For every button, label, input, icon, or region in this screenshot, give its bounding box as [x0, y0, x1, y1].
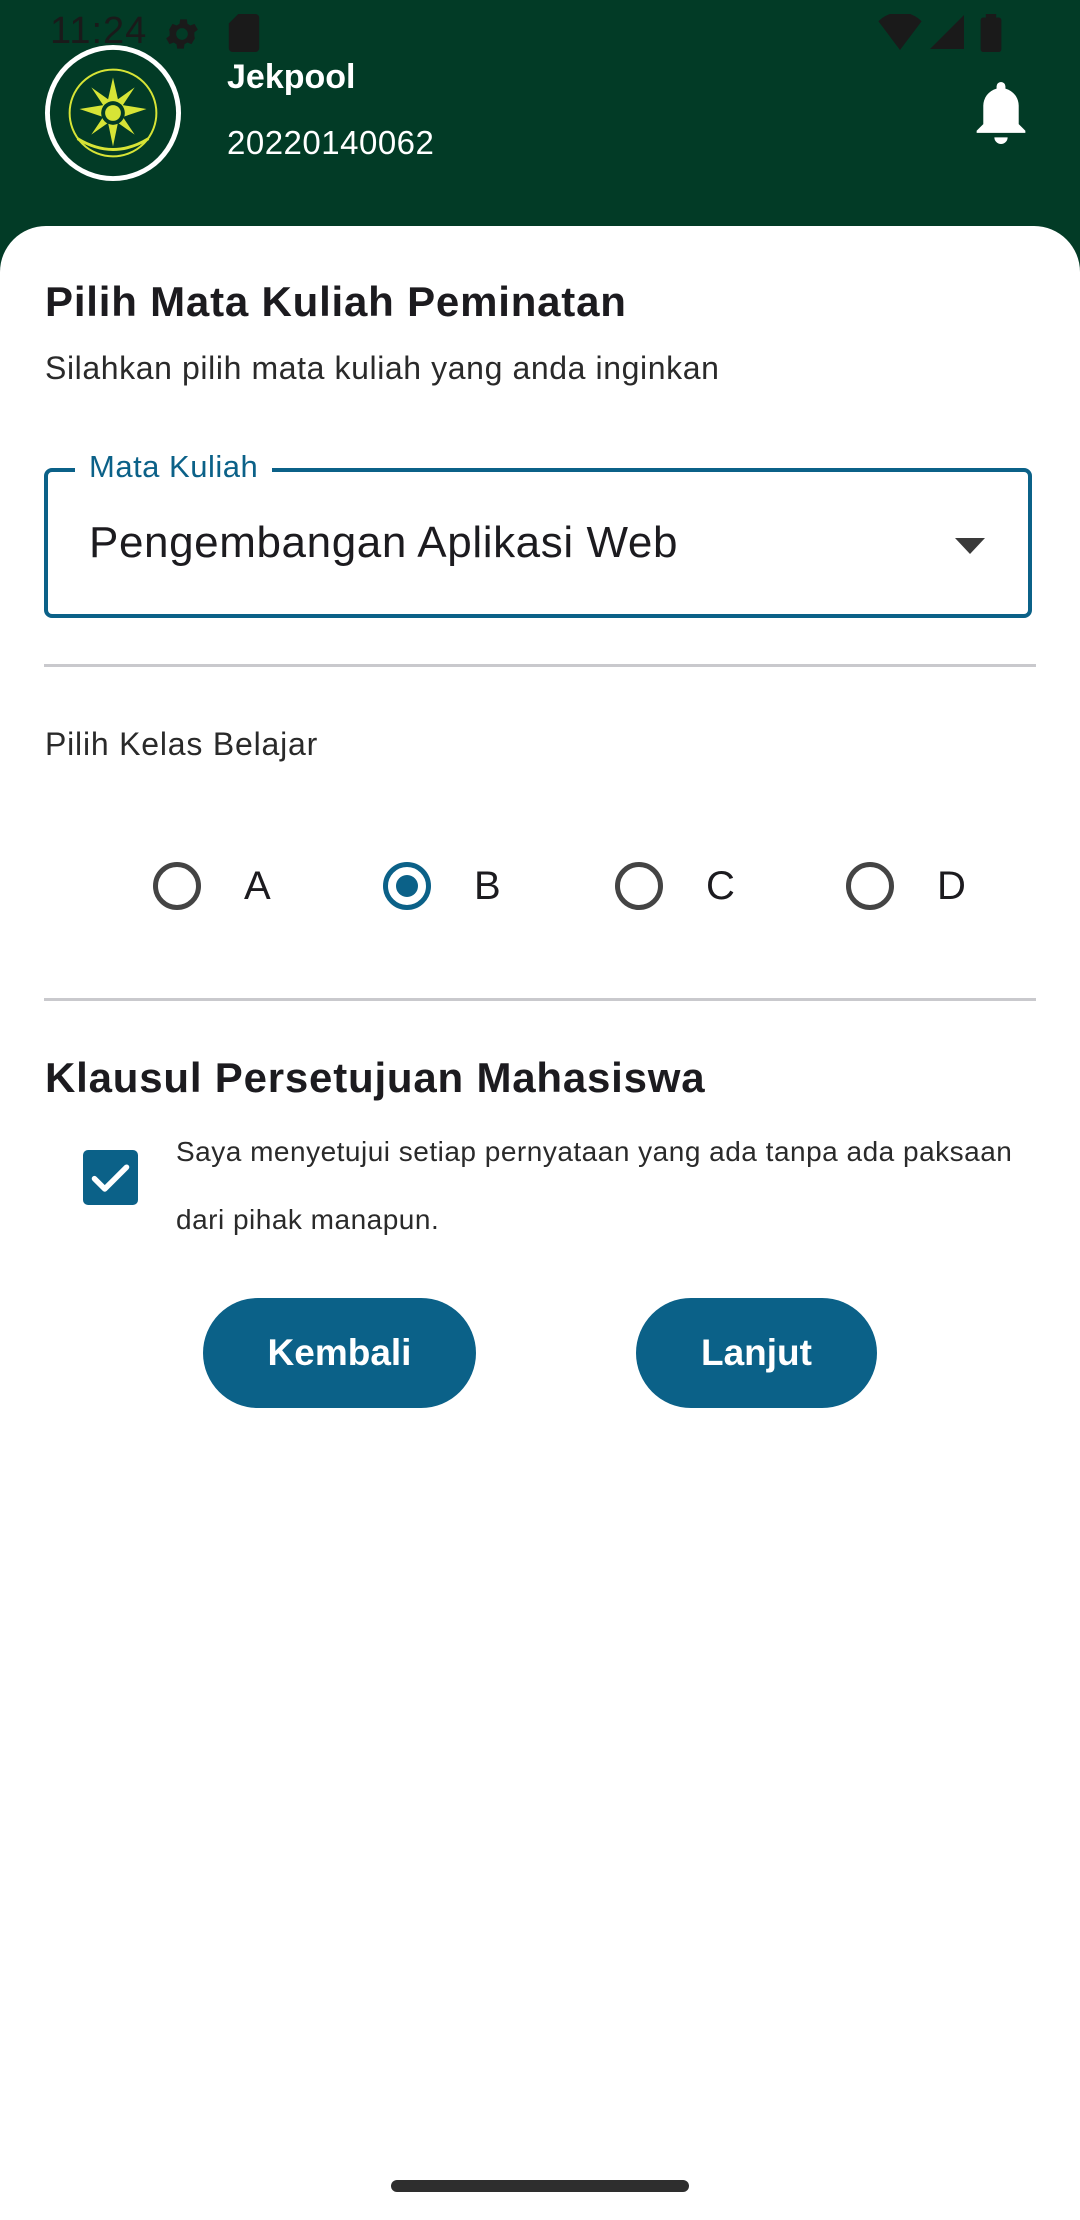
radio-label-d[interactable]: D: [937, 864, 966, 909]
battery-icon: [980, 14, 1002, 52]
next-button[interactable]: Lanjut: [636, 1298, 877, 1408]
class-section-label: Pilih Kelas Belajar: [45, 726, 319, 762]
signal-icon: [930, 15, 964, 49]
radio-label-a[interactable]: A: [244, 864, 271, 909]
radio-label-b[interactable]: B: [474, 864, 501, 909]
divider: [44, 664, 1036, 667]
consent-title: Klausul Persetujuan Mahasiswa: [45, 1054, 706, 1101]
radio-class-d[interactable]: [846, 862, 894, 910]
radio-class-a[interactable]: [153, 862, 201, 910]
course-field-label: Mata Kuliah: [75, 449, 273, 485]
chevron-down-icon[interactable]: [955, 538, 985, 554]
back-button[interactable]: Kembali: [203, 1298, 476, 1408]
bell-icon[interactable]: [974, 82, 1028, 144]
user-id: 20220140062: [227, 124, 435, 161]
consent-text: Saya menyetujui setiap pernyataan yang a…: [176, 1136, 1013, 1235]
sd-card-icon: [228, 14, 260, 52]
university-logo: [44, 44, 182, 182]
course-field-value: Pengembangan Aplikasi Web: [89, 518, 679, 567]
consent-checkbox[interactable]: [83, 1150, 138, 1205]
page-subtitle: Silahkan pilih mata kuliah yang anda ing…: [45, 350, 720, 386]
radio-class-b[interactable]: [383, 862, 431, 910]
page-title: Pilih Mata Kuliah Peminatan: [45, 278, 627, 325]
radio-label-c[interactable]: C: [706, 864, 735, 909]
divider: [44, 998, 1036, 1001]
radio-class-c[interactable]: [615, 862, 663, 910]
check-icon: [91, 1164, 130, 1192]
wifi-icon: [878, 14, 922, 50]
user-name: Jekpool: [227, 58, 356, 96]
home-indicator[interactable]: [391, 2180, 689, 2192]
